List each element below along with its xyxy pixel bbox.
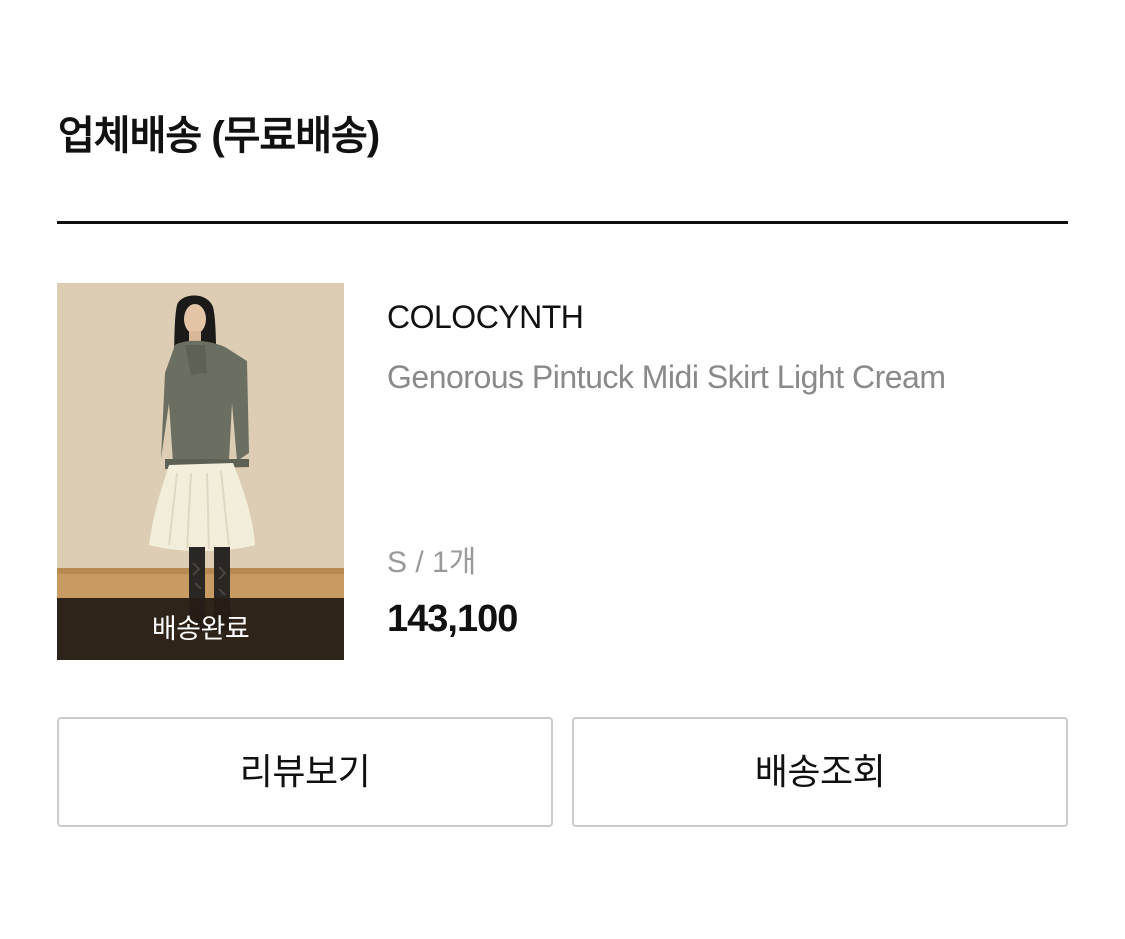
product-price: 143,100 [387,598,518,640]
product-name[interactable]: Genorous Pintuck Midi Skirt Light Cream [387,357,946,397]
view-review-button[interactable]: 리뷰보기 [57,717,553,827]
product-thumbnail[interactable]: 배송완료 [57,283,344,660]
delivery-status-badge: 배송완료 [57,598,344,660]
brand-name[interactable]: COLOCYNTH [387,297,584,337]
section-divider [57,221,1068,224]
section-title: 업체배송 (무료배송) [58,114,380,158]
product-option: S / 1개 [387,546,477,579]
track-delivery-button[interactable]: 배송조회 [572,717,1068,827]
